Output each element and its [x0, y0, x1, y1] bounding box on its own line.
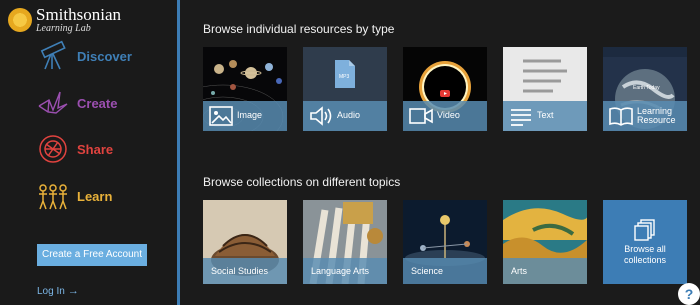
share-circle-icon [39, 135, 67, 163]
collection-language-arts[interactable]: Language Arts [303, 200, 387, 284]
tile-label: Video [437, 110, 460, 121]
collections-heading: Browse collections on different topics [203, 175, 401, 189]
tile-label: Audio [337, 110, 361, 121]
speaker-icon [310, 106, 332, 126]
stack-icon [634, 219, 655, 241]
sidebar: Smithsonian Learning Lab Discover Create [0, 0, 180, 305]
open-book-icon [609, 107, 633, 126]
tile-label: Image [237, 110, 263, 121]
audio-file-format: MP3 [339, 74, 350, 80]
video-camera-icon [409, 108, 433, 124]
sun-logo-icon [8, 8, 32, 32]
browse-all-label: Browse all collections [623, 244, 667, 265]
login-label: Log In [37, 285, 65, 297]
collection-social-studies[interactable]: Social Studies [203, 200, 287, 284]
tile-label: Learning Resource [637, 105, 676, 125]
nav-create-label: Create [77, 95, 118, 111]
help-button[interactable]: ? [678, 283, 700, 305]
paper-crane-icon [38, 91, 68, 114]
sidebar-divider [177, 0, 180, 305]
collection-label: Science [403, 258, 487, 284]
resource-type-audio[interactable]: MP3 Audio [303, 47, 387, 131]
resource-type-image[interactable]: Image [203, 47, 287, 131]
tile-caption-bar: Learning Resource [603, 101, 687, 131]
nav-discover-label: Discover [77, 48, 132, 64]
resource-type-learning-resource[interactable]: Earth Today Learning Resource [603, 47, 687, 131]
collection-label: Language Arts [303, 258, 387, 284]
resource-type-text[interactable]: Text [503, 47, 587, 131]
nav-share[interactable]: Share [36, 131, 113, 167]
smithsonian-logo[interactable]: Smithsonian Learning Lab [8, 6, 121, 34]
collection-science[interactable]: Science [403, 200, 487, 284]
tile-label: Text [537, 110, 554, 121]
nav-discover[interactable]: Discover [36, 38, 132, 74]
nav-learn[interactable]: Learn [36, 178, 112, 214]
login-link[interactable]: Log In → [37, 285, 79, 297]
nav-learn-label: Learn [77, 188, 113, 204]
brand-subtitle: Learning Lab [36, 23, 91, 34]
brand-title: Smithsonian [36, 5, 122, 24]
collection-arts[interactable]: Arts [503, 200, 587, 284]
resource-type-video[interactable]: Video [403, 47, 487, 131]
resource-types-heading: Browse individual resources by type [203, 22, 395, 36]
collection-label: Arts [503, 258, 587, 284]
nav-share-label: Share [77, 141, 114, 157]
people-group-icon [39, 184, 67, 210]
create-account-button[interactable]: Create a Free Account [37, 244, 147, 266]
collection-label: Social Studies [203, 258, 287, 284]
nav-create[interactable]: Create [36, 85, 117, 121]
tile-caption-bar: Audio [303, 101, 387, 131]
tile-caption-bar: Video [403, 101, 487, 131]
telescope-icon [40, 40, 66, 70]
earth-today-caption: Earth Today [633, 85, 660, 91]
browse-all-collections[interactable]: Browse all collections [603, 200, 687, 284]
image-icon [209, 106, 233, 126]
text-lines-icon [511, 109, 531, 126]
arrow-right-icon: → [67, 285, 79, 297]
tile-caption-bar: Text [503, 101, 587, 131]
tile-caption-bar: Image [203, 101, 287, 131]
